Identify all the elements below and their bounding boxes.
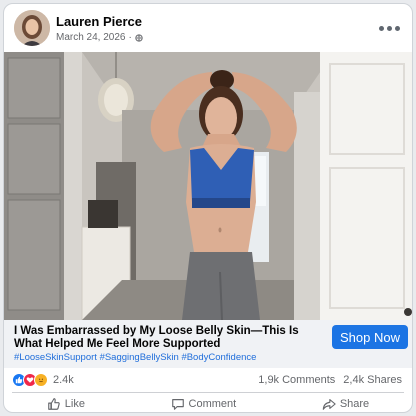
share-button[interactable]: Share <box>322 397 369 411</box>
post-date[interactable]: March 24, 2026 <box>56 32 126 43</box>
hashtag-list: #LooseSkinSupport #SaggingBellySkin #Bod… <box>14 352 256 363</box>
ad-headline[interactable]: I Was Embarrassed by My Loose Belly Skin… <box>14 325 319 351</box>
post-actions: Like Comment Share <box>4 394 412 412</box>
author-name[interactable]: Lauren Pierce <box>56 14 142 29</box>
shares-count[interactable]: 2,4k Shares <box>343 374 402 386</box>
care-reaction-icon <box>34 373 48 387</box>
post-meta: March 24, 2026 · <box>56 32 143 43</box>
comments-count[interactable]: 1,9k Comments <box>258 374 335 386</box>
share-label: Share <box>339 398 370 410</box>
hashtag-link[interactable]: #SaggingBellySkin <box>100 352 179 363</box>
globe-icon <box>135 33 143 42</box>
sponsored-post-card: Lauren Pierce March 24, 2026 · I Was Emb… <box>3 3 413 413</box>
hashtag-link[interactable]: #BodyConfidence <box>181 352 256 363</box>
share-icon <box>322 399 336 410</box>
ad-bar: I Was Embarrassed by My Loose Belly Skin… <box>4 320 412 368</box>
like-label: Like <box>64 398 85 410</box>
post-header: Lauren Pierce March 24, 2026 · <box>4 4 412 52</box>
comment-share-counts: 1,9k Comments 2,4k Shares <box>258 374 402 386</box>
like-button[interactable]: Like <box>47 397 85 411</box>
engagement-stats: 2.4k 1,9k Comments 2,4k Shares <box>4 370 412 392</box>
more-options-icon[interactable] <box>376 18 402 38</box>
shop-now-button[interactable]: Shop Now <box>332 325 408 349</box>
comment-label: Comment <box>188 398 237 410</box>
divider <box>12 392 404 393</box>
author-avatar[interactable] <box>14 10 50 46</box>
reaction-count: 2.4k <box>53 374 74 386</box>
hashtag-link[interactable]: #LooseSkinSupport <box>14 352 97 363</box>
thumbs-up-icon <box>47 398 60 410</box>
reactions-summary[interactable]: 2.4k <box>12 373 74 387</box>
comment-icon <box>171 399 184 410</box>
comment-button[interactable]: Comment <box>171 397 237 411</box>
post-photo[interactable] <box>4 52 412 320</box>
